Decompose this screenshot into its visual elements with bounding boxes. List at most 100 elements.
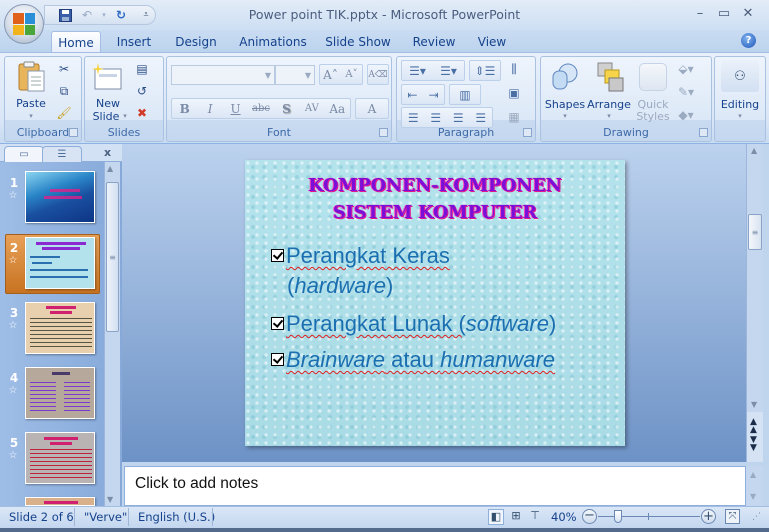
new-slide-dropdown-icon[interactable]: ▾	[121, 110, 129, 123]
paste-dropdown-icon[interactable]: ▾	[11, 110, 51, 123]
slide-thumbnail-1[interactable]	[25, 171, 95, 223]
fit-to-window-icon[interactable]: ⤧	[725, 509, 740, 524]
slide-scrollbar[interactable]: ▲ ≡ ▼ ▲ ▲ ▼ ▼	[746, 144, 763, 462]
slide-thumbnail-4[interactable]	[25, 367, 95, 419]
undo-dropdown-icon[interactable]: ▾	[101, 8, 107, 22]
slide-thumbnail-3[interactable]	[25, 302, 95, 354]
copy-icon[interactable]: ⧉	[55, 83, 73, 99]
format-painter-icon[interactable]: 🖌	[55, 105, 73, 121]
tab-home[interactable]: Home	[51, 31, 101, 53]
arrange-icon[interactable]	[595, 61, 625, 93]
zoom-in-button[interactable]: +	[701, 509, 716, 524]
slide-canvas[interactable]: KOMPONEN-KOMPONEN SISTEM KOMPUTER Perang…	[245, 160, 625, 446]
editing-dropdown-icon[interactable]: ▾	[715, 110, 765, 123]
office-button[interactable]	[4, 4, 44, 44]
shapes-icon[interactable]	[549, 61, 579, 93]
tab-animations[interactable]: Animations	[236, 31, 310, 53]
slide-show-icon[interactable]: ⊤	[527, 509, 543, 525]
scroll-down-icon[interactable]: ▼	[751, 400, 757, 409]
new-slide-icon[interactable]	[91, 61, 123, 91]
bullet-item[interactable]: Perangkat Keras	[271, 242, 450, 270]
slide-thumbnail-6[interactable]	[25, 497, 95, 506]
tab-view[interactable]: View	[472, 31, 512, 53]
bullets-icon[interactable]: ☰▾	[402, 64, 433, 78]
bullet-item-continuation[interactable]: (hardware)	[287, 272, 393, 300]
clear-formatting-icon[interactable]: A⌫	[367, 64, 389, 85]
align-text-icon[interactable]: ▣	[505, 85, 523, 101]
font-color-button[interactable]: A	[355, 98, 389, 119]
zoom-slider-thumb[interactable]	[614, 510, 623, 523]
minimize-button[interactable]: –	[690, 6, 710, 22]
resize-grip-icon[interactable]: ⋰	[752, 512, 761, 522]
paste-button[interactable]: Paste	[11, 97, 51, 110]
notes-pane[interactable]: Click to add notes	[124, 466, 746, 506]
layout-icon[interactable]: ▤	[133, 61, 151, 77]
close-button[interactable]: ✕	[738, 6, 758, 22]
tab-slide-show[interactable]: Slide Show	[322, 31, 394, 53]
clipboard-dialog-launcher[interactable]	[69, 128, 78, 137]
character-spacing-button[interactable]: AV	[299, 103, 324, 114]
reset-slide-icon[interactable]: ↺	[133, 83, 151, 99]
language-indicator[interactable]: English (U.S.)	[138, 510, 215, 524]
smartart-icon[interactable]: ▦	[505, 109, 523, 125]
slide-sorter-icon[interactable]: ⊞	[508, 509, 524, 525]
slides-pane-scrollbar[interactable]: ▲ ≡ ▼	[104, 162, 120, 506]
columns-icon[interactable]: ▥	[449, 84, 481, 105]
align-left-icon[interactable]: ☰	[402, 111, 425, 125]
close-pane-icon[interactable]: x	[104, 146, 111, 159]
undo-icon[interactable]: ↶	[79, 8, 95, 22]
font-size-combo[interactable]: ▼	[275, 65, 315, 85]
notes-scrollbar[interactable]: ▲ ▼	[746, 466, 763, 506]
shrink-font-icon[interactable]: A˅	[341, 69, 362, 80]
redo-icon[interactable]: ↻	[113, 8, 129, 22]
new-slide-label-1[interactable]: New	[87, 97, 129, 110]
align-center-icon[interactable]: ☰	[425, 111, 448, 125]
scroll-up-icon[interactable]: ▲	[107, 164, 113, 173]
shape-fill-icon[interactable]: ⬙▾	[677, 61, 695, 77]
maximize-button[interactable]: ▭	[714, 6, 734, 22]
numbering-icon[interactable]: ☰▾	[433, 64, 464, 78]
zoom-slider-track[interactable]	[598, 516, 700, 517]
paragraph-dialog-launcher[interactable]	[523, 128, 532, 137]
new-slide-button[interactable]: Slide	[87, 110, 125, 123]
bullet-item[interactable]: Brainware atau humanware	[271, 346, 555, 374]
bullet-item[interactable]: Perangkat Lunak (software)	[271, 310, 556, 338]
slide-title-line-1[interactable]: KOMPONEN-KOMPONEN	[245, 176, 625, 196]
line-spacing-icon[interactable]: ⇕☰	[469, 60, 501, 81]
arrange-dropdown-icon[interactable]: ▾	[587, 110, 631, 123]
save-icon[interactable]	[57, 8, 73, 22]
shape-outline-icon[interactable]: ✎▾	[677, 84, 695, 100]
quick-styles-button[interactable]: Styles	[633, 110, 673, 123]
outline-tab[interactable]: ☰	[42, 146, 82, 162]
scroll-up-icon[interactable]: ▲	[751, 146, 757, 155]
underline-button[interactable]: U	[223, 102, 248, 116]
help-icon[interactable]: ?	[741, 33, 756, 48]
text-direction-icon[interactable]: ⫼	[505, 61, 523, 77]
slide-thumbnail-5[interactable]	[25, 432, 95, 484]
quick-styles-icon[interactable]	[639, 63, 667, 91]
zoom-level[interactable]: 40%	[551, 510, 577, 524]
italic-button[interactable]: I	[197, 102, 222, 116]
previous-slide-icon[interactable]: ▲ ▲	[750, 418, 757, 435]
tab-design[interactable]: Design	[170, 31, 222, 53]
shape-effects-icon[interactable]: ◆▾	[677, 107, 695, 123]
bold-button[interactable]: B	[172, 102, 197, 116]
decrease-indent-icon[interactable]: ⇤	[402, 88, 423, 102]
align-right-icon[interactable]: ☰	[447, 111, 470, 125]
editing-group[interactable]: ⚇ Editing ▾	[714, 56, 766, 142]
slides-tab[interactable]: ▭	[4, 146, 44, 162]
scroll-down-icon[interactable]: ▼	[750, 492, 756, 501]
drawing-dialog-launcher[interactable]	[699, 128, 708, 137]
scroll-thumb[interactable]: ≡	[748, 214, 762, 250]
paste-icon[interactable]	[17, 61, 47, 93]
shapes-dropdown-icon[interactable]: ▾	[543, 110, 587, 123]
delete-slide-icon[interactable]: ✖	[133, 105, 151, 121]
tab-review[interactable]: Review	[408, 31, 460, 53]
font-dialog-launcher[interactable]	[379, 128, 388, 137]
zoom-out-button[interactable]: −	[582, 509, 597, 524]
slide-title-line-2[interactable]: SISTEM KOMPUTER	[245, 203, 625, 223]
next-slide-icon[interactable]: ▼ ▼	[750, 436, 757, 453]
slide-thumbnail-2[interactable]	[25, 237, 95, 289]
scroll-down-icon[interactable]: ▼	[107, 495, 113, 504]
normal-view-icon[interactable]: ◧	[488, 509, 504, 525]
